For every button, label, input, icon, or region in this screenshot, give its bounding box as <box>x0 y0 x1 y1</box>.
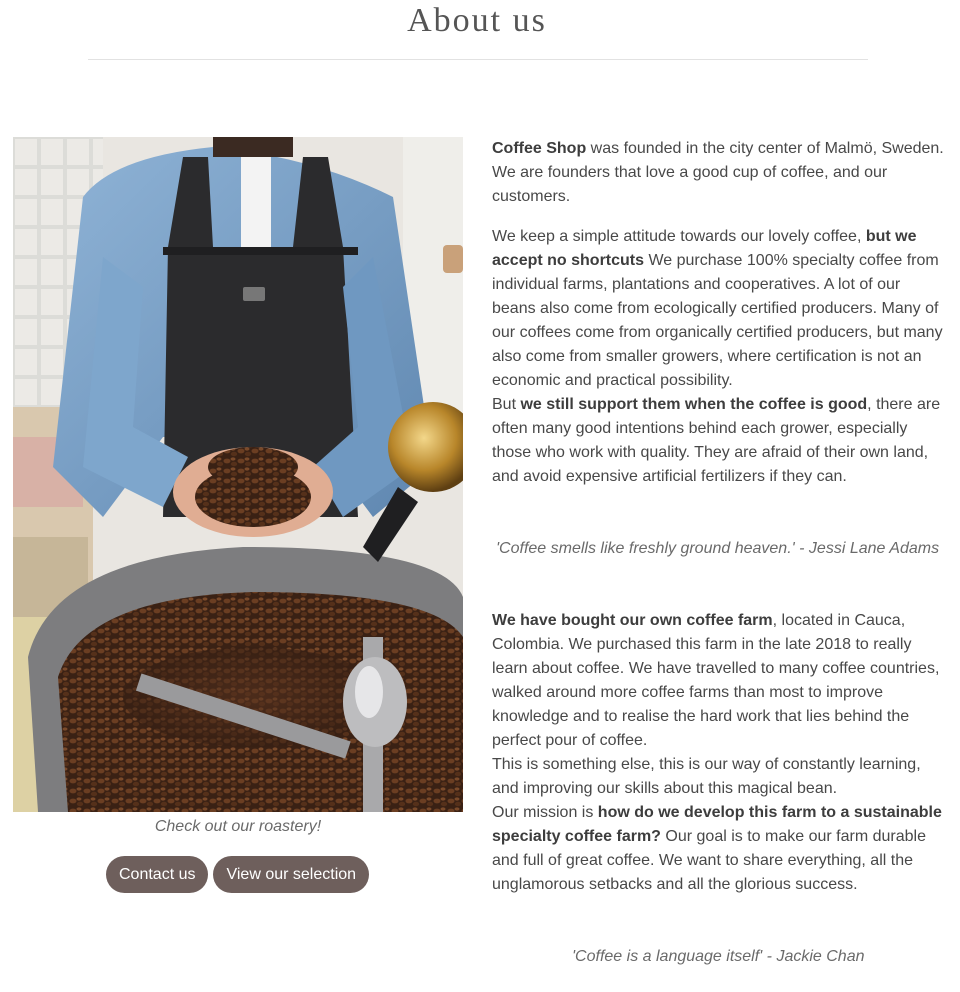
intro-paragraph-2-lead: We keep a simple attitude towards our lo… <box>492 228 866 245</box>
contact-us-button[interactable]: Contact us <box>106 856 209 893</box>
coffee-roaster-illustration <box>13 137 463 812</box>
intro-paragraph-3: But we still support them when the coffe… <box>492 393 947 489</box>
intro-text: Coffee Shop was founded in the city cent… <box>492 137 947 489</box>
view-selection-button[interactable]: View our selection <box>213 856 370 893</box>
intro-paragraph-1: Coffee Shop was founded in the city cent… <box>492 137 947 209</box>
farm-paragraph-3-lead: Our mission is <box>492 804 598 821</box>
quote-jessi-lane-adams: 'Coffee smells like freshly ground heave… <box>496 540 940 557</box>
farm-paragraph-1-emphasis: We have bought our own coffee farm <box>492 612 773 629</box>
page-title: About us <box>407 2 547 39</box>
intro-paragraph-2-text: We purchase 100% specialty coffee from i… <box>492 252 943 389</box>
intro-paragraph-3-lead: But <box>492 396 521 413</box>
shop-name: Coffee Shop <box>492 140 587 157</box>
farm-text: We have bought our own coffee farm, loca… <box>492 609 947 897</box>
about-page: About us Check out our roastery! Contact… <box>0 0 960 992</box>
action-buttons: Contact us View our selection <box>106 856 370 893</box>
photo-caption: Check out our roastery! <box>154 818 322 835</box>
intro-paragraph-2: We keep a simple attitude towards our lo… <box>492 225 947 393</box>
coffee-roaster-photo <box>13 137 463 812</box>
quote-jackie-chan: 'Coffee is a language itself' - Jackie C… <box>572 948 865 965</box>
farm-paragraph-1-text: , located in Cauca, Colombia. We purchas… <box>492 612 940 749</box>
intro-paragraph-3-emphasis: we still support them when the coffee is… <box>520 396 868 413</box>
farm-paragraph-3: Our mission is how do we develop this fa… <box>492 801 947 897</box>
farm-paragraph-2: This is something else, this is our way … <box>492 756 921 797</box>
title-divider <box>88 59 868 60</box>
farm-paragraph-1: We have bought our own coffee farm, loca… <box>492 609 947 753</box>
